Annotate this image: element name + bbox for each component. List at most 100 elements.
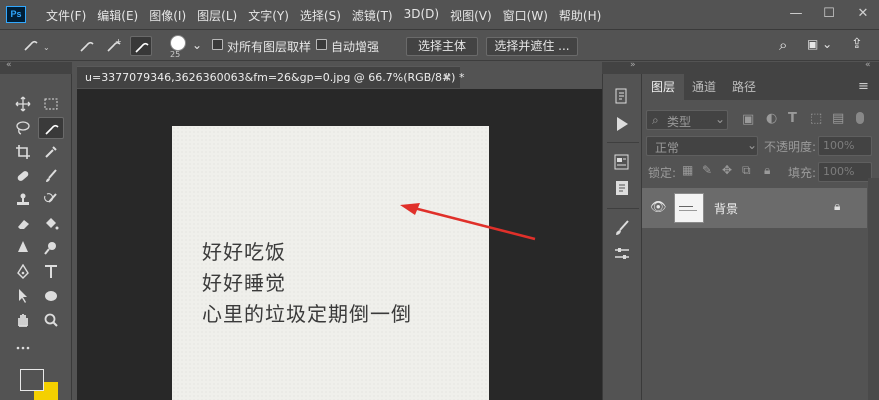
lock-transparent-icon[interactable]: ▦	[682, 163, 693, 177]
filter-kind-label: 类型	[667, 115, 692, 129]
quick-selection-tool-icon[interactable]	[38, 117, 64, 139]
document-image[interactable]: 好好吃饭 好好睡觉 心里的垃圾定期倒一倒	[172, 126, 489, 400]
close-document-icon[interactable]: ×	[442, 70, 452, 84]
close-window-button[interactable]: ✕	[849, 0, 877, 30]
filter-smart-object-icon[interactable]: ▤	[832, 111, 844, 126]
dodge-tool-icon[interactable]	[38, 237, 64, 259]
crop-tool-icon[interactable]	[10, 141, 36, 163]
filter-search-icon: ⌕	[652, 113, 659, 127]
auto-enhance-label: 自动增强	[331, 40, 380, 54]
pen-tool-icon[interactable]	[10, 261, 36, 283]
document-tab[interactable]: u=3377079346,3626360063&fm=26&gp=0.jpg @…	[77, 66, 464, 88]
layer-row[interactable]: 👁︎ 背景 🔒︎	[642, 188, 867, 228]
collapsed-panel-header: »	[602, 60, 642, 74]
new-selection-icon[interactable]	[76, 36, 98, 56]
filter-toggle-icon[interactable]	[856, 112, 864, 124]
workspace-icon[interactable]: ▣ ⌄	[807, 37, 832, 51]
layer-name: 背景	[714, 202, 739, 216]
menu-type[interactable]: 文字(Y)	[248, 7, 289, 24]
maximize-button[interactable]: ☐	[815, 0, 843, 30]
panel-menu-icon[interactable]: ≡	[858, 79, 869, 94]
filter-shape-icon[interactable]: ⬚	[810, 111, 822, 126]
tool-preset-picker[interactable]: ⌄	[20, 36, 50, 56]
menu-file[interactable]: 文件(F)	[46, 7, 86, 24]
expand-panels-icon[interactable]: »	[630, 60, 636, 70]
menu-edit[interactable]: 编辑(E)	[97, 7, 138, 24]
photoshop-logo[interactable]: Ps	[6, 6, 26, 23]
filter-type-icon[interactable]: T	[788, 111, 797, 126]
sample-all-layers-label: 对所有图层取样	[227, 40, 312, 54]
eraser-tool-icon[interactable]	[10, 213, 36, 235]
healing-brush-tool-icon[interactable]	[10, 165, 36, 187]
tab-layers[interactable]: 图层	[642, 74, 684, 100]
info-panel-icon[interactable]	[612, 178, 634, 198]
more-tools-icon[interactable]	[10, 337, 36, 359]
svg-text:⌄: ⌄	[43, 43, 50, 52]
lasso-tool-icon[interactable]	[10, 117, 36, 139]
select-subject-button[interactable]: 选择主体	[406, 37, 478, 56]
menu-view[interactable]: 视图(V)	[450, 7, 492, 24]
history-panel-icon[interactable]	[612, 86, 634, 106]
actions-play-icon[interactable]	[612, 114, 634, 134]
brush-settings-icon[interactable]	[612, 218, 634, 238]
clone-stamp-tool-icon[interactable]	[10, 189, 36, 211]
filter-adjustment-icon[interactable]: ◐	[766, 111, 777, 126]
blend-mode-select[interactable]: 正常 ⌄	[646, 136, 758, 156]
add-to-selection-icon[interactable]: +	[103, 36, 125, 56]
auto-enhance-checkbox[interactable]	[316, 39, 327, 50]
tab-paths[interactable]: 路径	[724, 74, 764, 100]
layers-panel-header: «	[642, 60, 879, 74]
menu-help[interactable]: 帮助(H)	[559, 7, 601, 24]
panel-divider	[607, 142, 639, 143]
subtract-from-selection-icon[interactable]	[130, 36, 152, 56]
blur-tool-icon[interactable]	[10, 237, 36, 259]
lock-label: 锁定:	[648, 166, 677, 180]
lock-artboard-icon[interactable]: ⧉	[742, 163, 751, 178]
select-and-mask-button[interactable]: 选择并遮住 ...	[486, 37, 578, 56]
lock-position-icon[interactable]: ✥	[722, 163, 732, 177]
type-tool-icon[interactable]	[38, 261, 64, 283]
layer-lock-icon: 🔒︎	[834, 199, 841, 213]
properties-panel-icon[interactable]	[612, 152, 634, 172]
marquee-tool-icon[interactable]	[38, 93, 64, 115]
layer-thumbnail	[674, 193, 704, 223]
brush-tool-icon[interactable]	[38, 165, 64, 187]
menu-select[interactable]: 选择(S)	[300, 7, 341, 24]
brush-preview-icon[interactable]	[170, 35, 186, 51]
zoom-tool-icon[interactable]	[38, 309, 64, 331]
path-selection-tool-icon[interactable]	[10, 285, 36, 307]
eyedropper-tool-icon[interactable]	[38, 141, 64, 163]
ellipse-tool-icon[interactable]	[38, 285, 64, 307]
options-bar: ⌄ + 25 ⌄ 对所有图层取样 自动增强 选择主体 选择并遮住 ... ⌕ ▣…	[0, 31, 879, 61]
image-text-line-2: 好好睡觉	[202, 271, 286, 295]
toolbar-header: «	[0, 60, 72, 74]
visibility-eye-icon[interactable]: 👁︎	[650, 200, 667, 215]
menu-layer[interactable]: 图层(L)	[197, 7, 237, 24]
layers-scrollbar[interactable]	[868, 178, 879, 400]
adjustments-icon[interactable]	[612, 244, 634, 264]
filter-pixel-icon[interactable]: ▣	[742, 112, 754, 127]
sample-all-layers-checkbox[interactable]	[212, 39, 223, 50]
history-brush-tool-icon[interactable]	[38, 189, 64, 211]
foreground-color-swatch[interactable]	[20, 369, 44, 391]
menu-filter[interactable]: 滤镜(T)	[352, 7, 393, 24]
minimize-button[interactable]: —	[782, 0, 810, 30]
menu-window[interactable]: 窗口(W)	[503, 7, 548, 24]
filter-dropdown-icon: ⌄	[715, 112, 726, 126]
fill-input[interactable]: 100%	[818, 162, 872, 182]
collapse-toolbar-icon[interactable]: «	[6, 60, 12, 70]
move-tool-icon[interactable]	[10, 93, 36, 115]
search-icon[interactable]: ⌕	[779, 36, 787, 54]
layer-filter-select[interactable]: ⌕ 类型 ⌄	[646, 110, 728, 130]
collapse-panel-icon[interactable]: «	[865, 60, 871, 70]
menu-3d[interactable]: 3D(D)	[404, 7, 439, 24]
lock-all-icon[interactable]: 🔒︎	[764, 163, 770, 178]
brush-dropdown-icon[interactable]: ⌄	[192, 38, 202, 52]
opacity-input[interactable]: 100%	[818, 136, 872, 156]
lock-image-icon[interactable]: ✎	[702, 163, 712, 177]
hand-tool-icon[interactable]	[10, 309, 36, 331]
share-icon[interactable]: ⇪	[851, 36, 863, 52]
tab-channels[interactable]: 通道	[684, 74, 724, 100]
paint-bucket-tool-icon[interactable]	[38, 213, 64, 235]
menu-image[interactable]: 图像(I)	[149, 7, 186, 24]
